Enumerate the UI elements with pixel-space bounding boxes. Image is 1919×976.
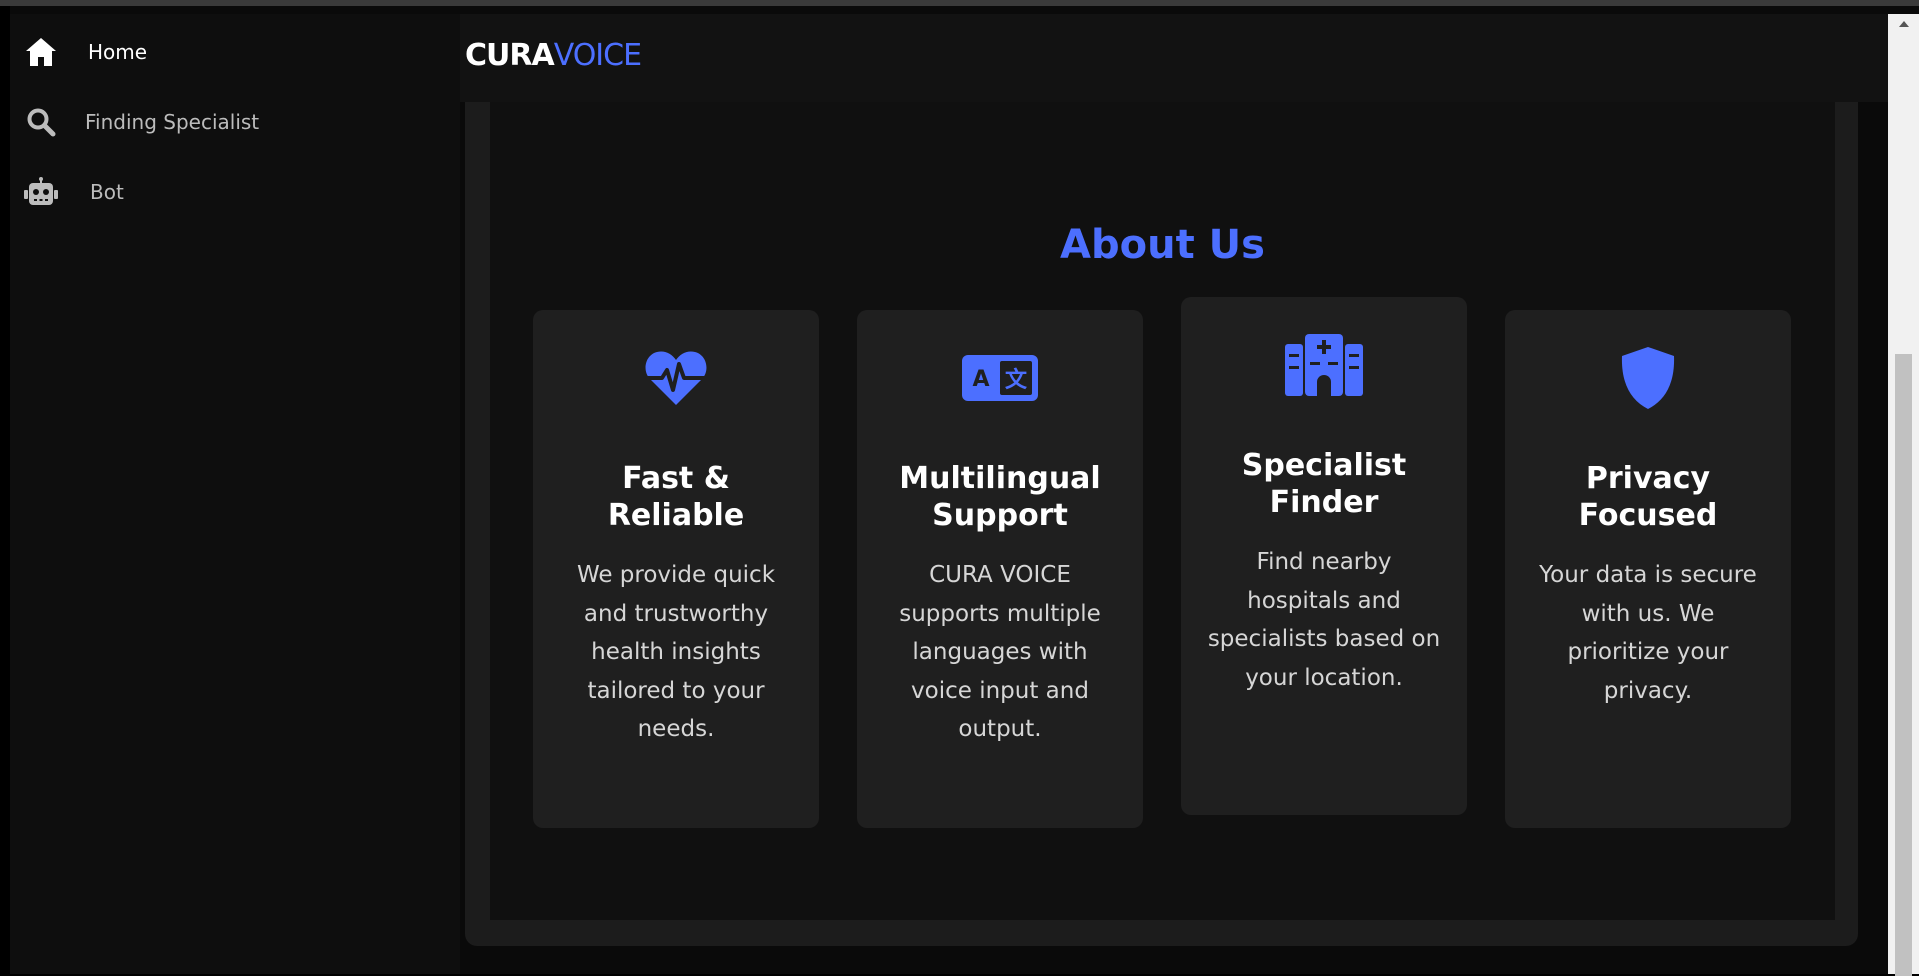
feature-card-fast-reliable: Fast & Reliable We provide quick and tru…	[533, 310, 819, 828]
svg-text:A: A	[972, 367, 989, 392]
heart-pulse-icon	[555, 346, 797, 410]
card-title: Specialist Finder	[1241, 448, 1407, 520]
feature-card-specialist-finder: Specialist Finder Find nearby hospitals …	[1181, 297, 1467, 815]
card-title: Multilingual Support	[899, 461, 1101, 533]
window-left-edge	[0, 6, 10, 974]
svg-text:文: 文	[1005, 367, 1028, 393]
vertical-scrollbar[interactable]	[1888, 14, 1919, 976]
sidebar-item-label: Finding Specialist	[85, 110, 260, 134]
shield-icon	[1527, 346, 1769, 410]
robot-icon	[24, 175, 58, 209]
header: CURAVOICE	[460, 14, 1888, 102]
hospital-icon	[1203, 333, 1445, 397]
language-icon: A 文	[879, 346, 1121, 410]
card-description: Find nearby hospitals and specialists ba…	[1207, 549, 1441, 691]
sidebar: Home Finding Specialist Bot	[10, 14, 460, 974]
home-icon	[24, 35, 58, 69]
logo-text-voice: VOICE	[553, 38, 642, 73]
sidebar-item-finding-specialist[interactable]: Finding Specialist	[24, 100, 259, 144]
app-logo[interactable]: CURAVOICE	[465, 38, 642, 73]
card-title: Privacy Focused	[1578, 461, 1718, 533]
scroll-up-arrow-icon[interactable]	[1888, 14, 1919, 34]
section-title: About Us	[1060, 222, 1265, 268]
scrollbar-thumb[interactable]	[1895, 354, 1912, 976]
sidebar-item-home[interactable]: Home	[24, 30, 147, 74]
feature-card-privacy: Privacy Focused Your data is secure with…	[1505, 310, 1791, 828]
search-icon	[24, 105, 58, 139]
card-description: We provide quick and trustworthy health …	[576, 562, 776, 742]
card-title: Fast & Reliable	[607, 461, 745, 533]
sidebar-item-label: Bot	[90, 180, 124, 204]
card-description: CURA VOICE supports multiple languages w…	[899, 562, 1101, 742]
feature-card-multilingual: A 文 Multilingual Support CURA VOICE supp…	[857, 310, 1143, 828]
sidebar-item-bot[interactable]: Bot	[24, 170, 124, 214]
logo-text-cura: CURA	[465, 38, 555, 73]
sidebar-item-label: Home	[88, 40, 148, 64]
card-description: Your data is secure with us. We prioriti…	[1539, 562, 1757, 704]
